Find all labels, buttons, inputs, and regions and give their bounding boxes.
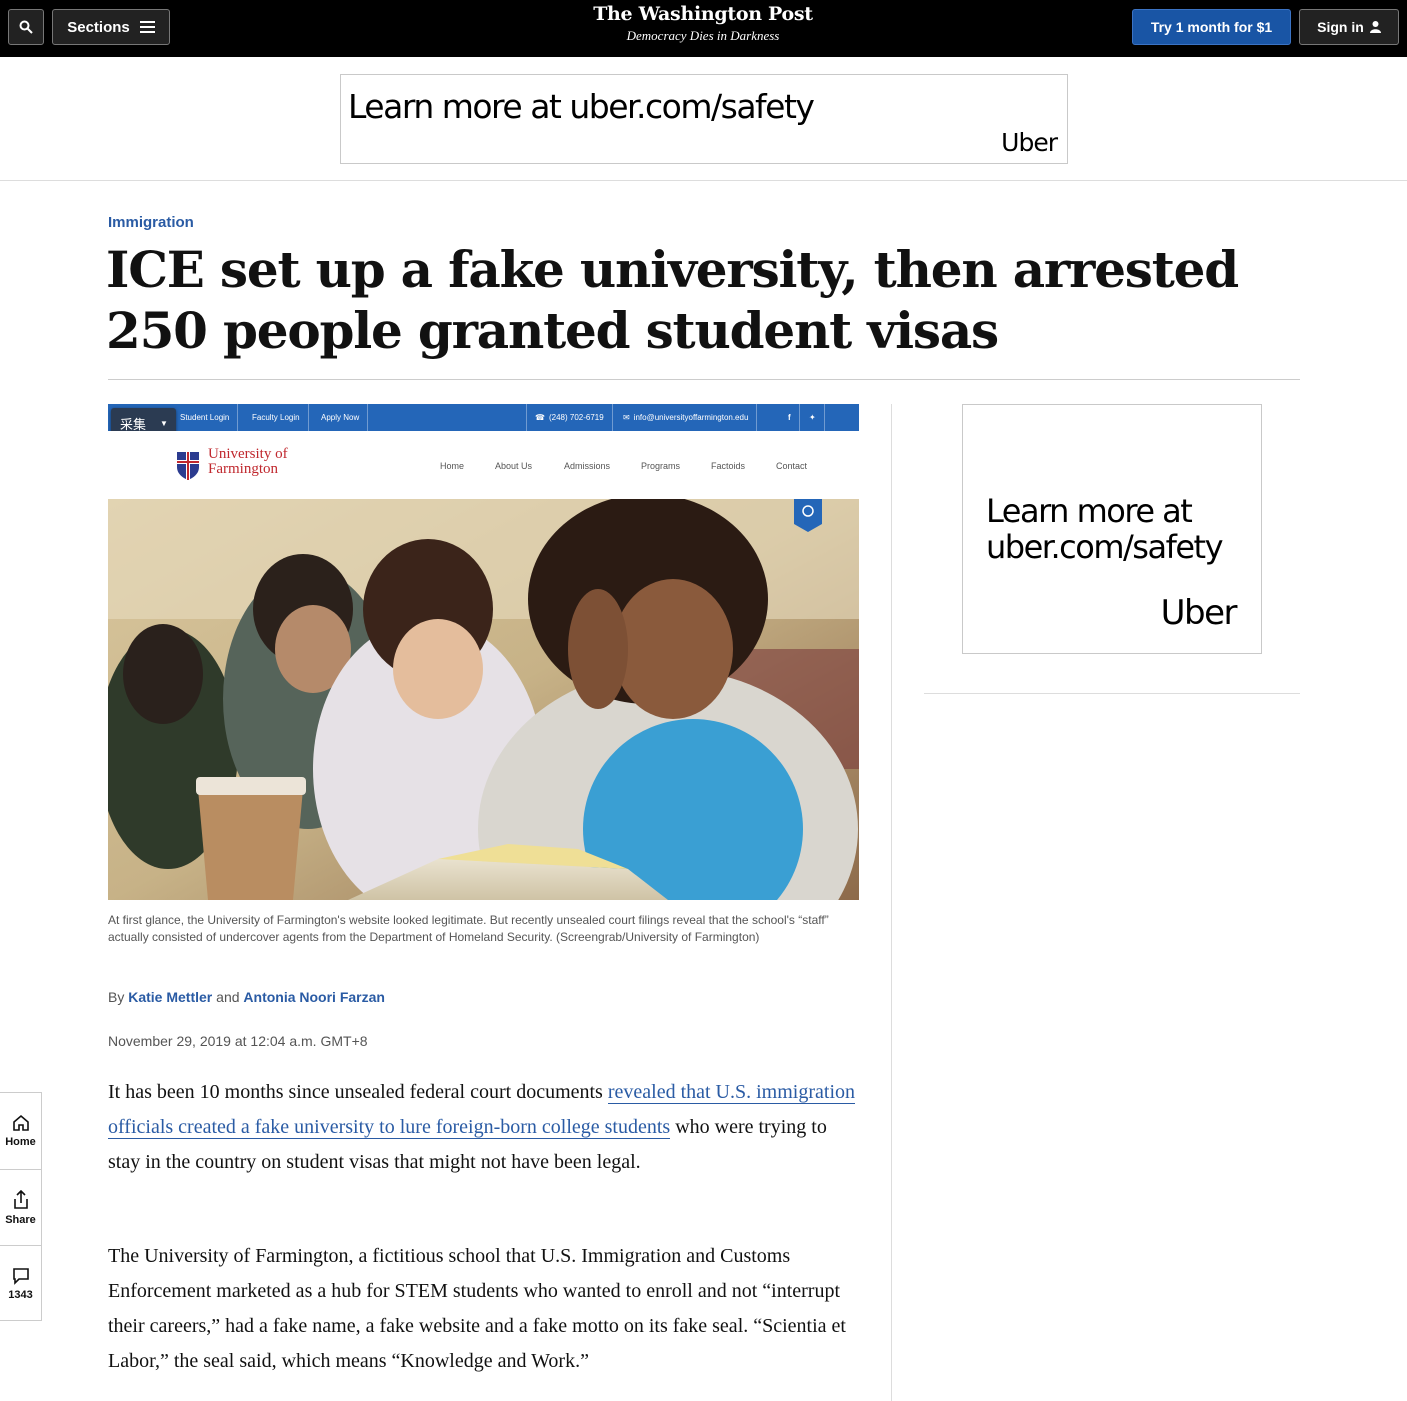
screenshot-menu-item: Home	[440, 461, 465, 471]
sidebar-ad[interactable]: Learn more at uber.com/safety Uber	[962, 404, 1262, 654]
ad-text: Learn more at uber.com/safety	[348, 87, 815, 126]
screenshot-menu-item: Programs	[641, 461, 681, 471]
rail-label: Home	[5, 1136, 36, 1148]
rail-home-button[interactable]: Home	[0, 1093, 41, 1169]
university-name: University of Farmington	[208, 447, 288, 477]
home-icon	[12, 1114, 29, 1131]
sections-label: Sections	[67, 18, 130, 36]
mail-icon: ✉	[623, 413, 630, 422]
article-paragraph: The University of Farmington, a fictitio…	[108, 1245, 846, 1372]
article-paragraph: It has been 10 months since unsealed fed…	[108, 1075, 863, 1180]
ad-text-line: Learn more at	[986, 492, 1193, 530]
user-icon	[1369, 21, 1381, 33]
caiji-label: 采集	[120, 416, 147, 432]
search-button[interactable]	[8, 9, 44, 45]
university-crest-icon	[177, 452, 199, 480]
search-icon	[19, 20, 33, 34]
screenshot-nav-item: Apply Now	[313, 404, 369, 431]
screenshot-top-bar: Student Login Faculty Login Apply Now ☎(…	[108, 404, 859, 431]
university-name-line: University of	[208, 446, 288, 462]
divider	[0, 180, 1407, 181]
rail-label: Share	[5, 1213, 36, 1226]
hamburger-icon	[139, 21, 155, 33]
sections-button[interactable]: Sections	[52, 9, 170, 45]
share-icon	[13, 1189, 28, 1209]
screenshot-site-header: University of Farmington Home About Us A…	[108, 431, 859, 499]
sign-in-button[interactable]: Sign in	[1299, 9, 1399, 45]
caret-down-icon: ▼	[160, 418, 168, 428]
masthead[interactable]: The Washington Post Democracy Dies in Da…	[553, 3, 853, 44]
article-headline: ICE set up a fake university, then arres…	[106, 240, 1239, 360]
ad-text: Learn more at uber.com/safety	[986, 492, 1224, 566]
rail-share-button[interactable]: Share	[0, 1169, 41, 1245]
image-caption: At first glance, the University of Farmi…	[108, 913, 829, 944]
students-photo	[108, 499, 859, 900]
university-name-line: Farmington	[208, 461, 278, 477]
top-banner-ad[interactable]: Learn more at uber.com/safety Uber	[340, 74, 1068, 164]
article-lead-image[interactable]: Student Login Faculty Login Apply Now ☎(…	[108, 404, 859, 900]
section-kicker-link[interactable]: Immigration	[108, 214, 194, 231]
sign-in-label: Sign in	[1317, 19, 1364, 35]
ad-brand-logo: Uber	[1160, 593, 1238, 633]
comment-count: 1343	[8, 1288, 33, 1301]
screenshot-email-text: info@universityoffarmington.edu	[633, 413, 749, 422]
ad-brand-logo: Uber	[1001, 128, 1058, 157]
byline-prefix: By	[108, 989, 125, 1005]
twitter-icon: ✦	[801, 404, 825, 431]
top-navigation-bar: Sections The Washington Post Democracy D…	[0, 0, 1407, 57]
screenshot-menu-item: About Us	[495, 461, 533, 471]
comment-icon	[12, 1267, 29, 1285]
screenshot-phone-text: (248) 702-6719	[548, 413, 604, 422]
share-rail: Home Share 1343	[0, 1092, 42, 1321]
byline: By Katie Mettler and Antonia Noori Farza…	[108, 989, 385, 1005]
rail-comments-button[interactable]: 1343	[0, 1245, 41, 1321]
author-link[interactable]: Katie Mettler	[128, 989, 212, 1005]
site-tagline: Democracy Dies in Darkness	[626, 28, 780, 43]
author-link[interactable]: Antonia Noori Farzan	[243, 989, 385, 1005]
divider	[108, 379, 1300, 380]
screenshot-email: ✉ info@universityoffarmington.edu	[615, 404, 758, 431]
paragraph-text: It has been 10 months since unsealed fed…	[108, 1081, 608, 1103]
facebook-icon: f	[780, 404, 800, 431]
column-divider	[891, 404, 892, 1401]
screenshot-nav-item: Faculty Login	[244, 404, 309, 431]
screenshot-nav-item: Student Login	[172, 404, 239, 431]
screenshot-menu-item: Contact	[776, 461, 808, 471]
screenshot-phone: ☎ (248) 702-6719	[526, 404, 613, 431]
byline-conjunction: and	[216, 989, 240, 1005]
subscribe-button[interactable]: Try 1 month for $1	[1132, 9, 1291, 45]
screenshot-menu-item: Factoids	[711, 461, 746, 471]
publish-date: November 29, 2019 at 12:04 a.m. GMT+8	[108, 1033, 368, 1049]
site-logo[interactable]: The Washington Post	[553, 3, 853, 25]
screenshot-menu-item: Admissions	[564, 461, 611, 471]
divider	[924, 693, 1300, 694]
ad-text-line: uber.com/safety	[986, 528, 1224, 566]
phone-icon: ☎	[535, 413, 545, 422]
